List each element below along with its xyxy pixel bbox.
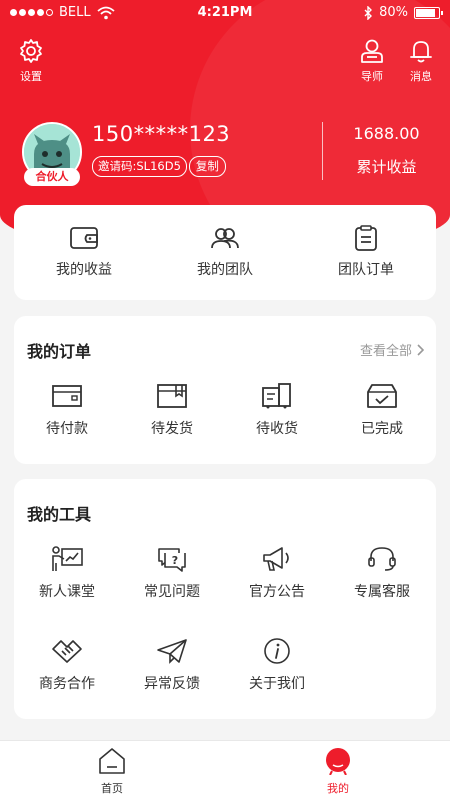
pending-shipment-label: 待发货 [151,421,193,437]
pending-receipt-label: 待收货 [256,421,298,437]
completed-label: 已完成 [361,421,403,437]
profile-icon [326,748,350,775]
my-team-button[interactable]: 我的团队 [175,225,275,279]
my-earnings-button[interactable]: 我的收益 [34,225,134,279]
wallet-icon [70,227,98,249]
team-icon [211,228,239,249]
invite-code: 邀请码:SL16D5 [92,156,187,177]
pending-shipment-icon [157,384,187,408]
tool-about-us[interactable]: 关于我们 [227,637,327,693]
gear-icon [20,39,42,63]
pending-receipt-icon [262,383,291,409]
invite-row: 邀请码:SL16D5 复制 [92,156,226,177]
orders-card: 我的订单 查看全部 待付款 待发货 待收货 已完成 [14,316,436,464]
battery-icon [414,6,443,19]
order-pending-receipt[interactable]: 待收货 [227,382,327,438]
team-orders-button[interactable]: 团队订单 [316,225,416,279]
tool-label: 关于我们 [249,676,305,692]
status-bar: BELL 4:21PM 80% [0,0,450,26]
stats-card: 我的收益 我的团队 团队订单 [14,205,436,300]
messages-label: 消息 [410,70,432,83]
faq-icon: ? [158,548,186,572]
tool-label: 异常反馈 [144,676,200,692]
tool-feedback[interactable]: 异常反馈 [122,637,222,693]
svg-text:?: ? [172,554,178,567]
info-icon [264,638,290,664]
headset-icon [368,547,396,571]
partner-badge: 合伙人 [24,168,80,186]
tools-card: 我的工具 新人课堂 ? 常见问题 官方公告 专属客服 商务合作 异常反馈 关于我… [14,479,436,719]
tools-title: 我的工具 [27,505,92,524]
bottom-nav: 首页 我的 [0,740,450,800]
battery-percent: 80% [379,5,408,20]
tool-newcomer-classroom[interactable]: 新人课堂 [17,545,117,601]
paper-plane-icon [157,639,187,664]
tool-label: 专属客服 [354,584,410,600]
bluetooth-icon [364,5,373,20]
nav-home[interactable]: 首页 [62,747,162,796]
pending-payment-label: 待付款 [46,421,88,437]
tool-customer-service[interactable]: 专属客服 [332,545,432,601]
megaphone-icon [263,547,289,571]
home-icon [99,748,125,774]
chevron-right-icon [417,343,424,356]
order-pending-payment[interactable]: 待付款 [17,382,117,438]
settings-label: 设置 [20,70,42,83]
order-pending-shipment[interactable]: 待发货 [122,382,222,438]
phone-number: 150*****123 [92,122,231,146]
my-earnings-label: 我的收益 [56,262,112,278]
handshake-icon [52,640,82,663]
tool-label: 常见问题 [144,584,200,600]
completed-icon [367,384,397,408]
view-all-label: 查看全部 [359,344,412,359]
nav-profile-label: 我的 [327,782,349,795]
tool-business-cooperation[interactable]: 商务合作 [17,637,117,693]
total-earnings-value: 1688.00 [353,124,420,143]
copy-invite-button[interactable]: 复制 [188,156,226,177]
total-earnings-label: 累计收益 [356,158,417,176]
orders-title: 我的订单 [27,342,92,361]
order-completed[interactable]: 已完成 [332,382,432,438]
clipboard-icon [355,225,377,251]
nav-profile[interactable]: 我的 [288,747,388,796]
team-orders-label: 团队订单 [338,262,394,278]
tool-faq[interactable]: ? 常见问题 [122,545,222,601]
settings-button[interactable]: 设置 [18,38,44,84]
bell-icon [410,41,432,63]
tool-official-announcement[interactable]: 官方公告 [227,545,327,601]
pending-payment-icon [52,385,82,407]
mentor-icon [361,39,383,63]
tool-label: 官方公告 [249,584,305,600]
tool-label: 商务合作 [39,676,95,692]
nav-home-label: 首页 [101,782,123,795]
view-all-orders-link[interactable]: 查看全部 [360,340,424,359]
messages-button[interactable]: 消息 [408,38,434,84]
classroom-icon [52,546,83,571]
mentor-label: 导师 [361,70,383,83]
mentor-button[interactable]: 导师 [359,38,385,84]
my-team-label: 我的团队 [197,262,253,278]
tool-label: 新人课堂 [39,584,95,600]
